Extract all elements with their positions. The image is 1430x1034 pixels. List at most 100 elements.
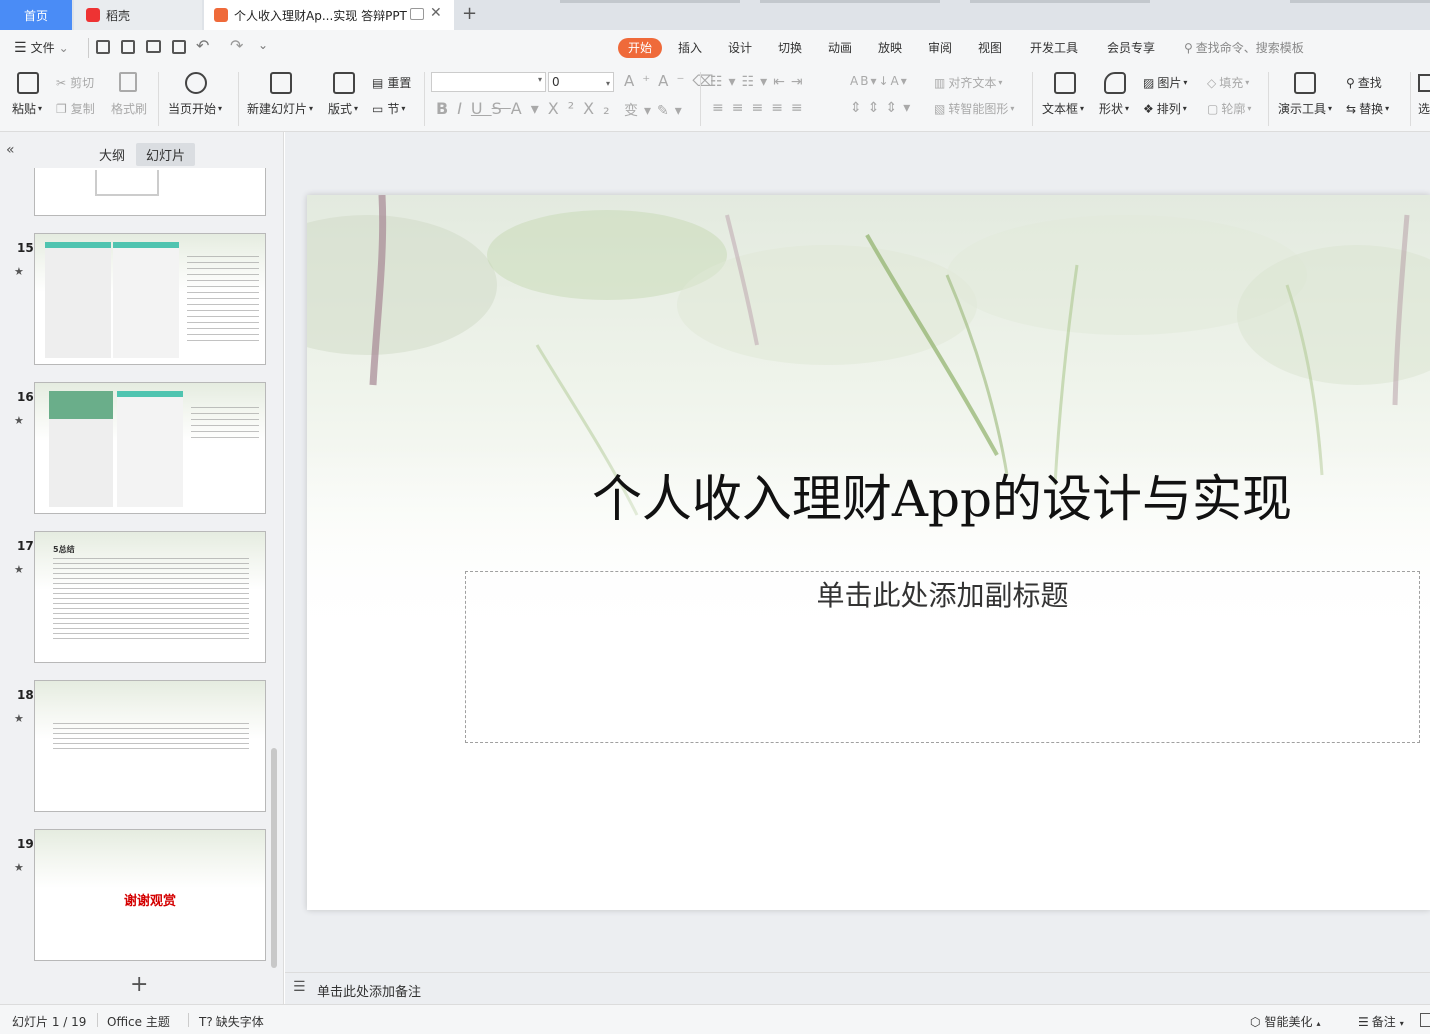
textbox-label: 文本框: [1042, 102, 1079, 116]
spacing-icons[interactable]: ⇕⇕⇕▾: [850, 100, 916, 116]
ribbon-tab-transition[interactable]: 切换: [778, 38, 802, 58]
presentation-tools-button[interactable]: 演示工具 ▾: [1278, 100, 1332, 117]
notes-bar[interactable]: ☰ 单击此处添加备注: [285, 972, 1430, 1004]
shape-label: 形状: [1099, 102, 1124, 116]
file-menu[interactable]: ☰ 文件 ⌄: [14, 38, 69, 58]
notes-placeholder[interactable]: 单击此处添加备注: [317, 981, 421, 1000]
paste-icon[interactable]: [17, 72, 39, 94]
undo-icon[interactable]: ↶: [196, 36, 209, 55]
theme-name[interactable]: Office 主题: [107, 1013, 170, 1030]
arrange-button[interactable]: ❖ 排列 ▾: [1143, 100, 1187, 117]
paste-button[interactable]: 粘贴 ▾: [12, 100, 42, 117]
ribbon-tab-review[interactable]: 审阅: [928, 38, 952, 58]
thumbnail-text-lines: [187, 256, 259, 344]
picture-button[interactable]: ▨ 图片 ▾: [1143, 74, 1187, 91]
font-size-select[interactable]: 0 ▾: [548, 72, 614, 92]
play-from-current-button[interactable]: 当页开始 ▾: [168, 100, 222, 117]
tab-bar: 首页 稻壳 个人收入理财Ap...实现 答辩PPT ✕ +: [0, 0, 1430, 30]
smart-shape-label: 转智能图形: [948, 102, 1009, 116]
notes-toggle-button[interactable]: ☰ 备注 ▾: [1358, 1013, 1404, 1030]
layout-button[interactable]: 版式 ▾: [328, 100, 358, 117]
missing-font-button[interactable]: T? 缺失字体: [199, 1013, 264, 1030]
ppt-file-icon: [214, 8, 228, 22]
font-family-select[interactable]: ▾: [431, 72, 546, 92]
add-slide-button[interactable]: +: [130, 974, 148, 996]
tab-home-label: 首页: [23, 8, 48, 23]
outline-button[interactable]: ▢ 轮廓 ▾: [1207, 100, 1251, 117]
command-search[interactable]: ⚲ 查找命令、搜索模板: [1184, 38, 1304, 58]
text-style-icons[interactable]: B I U S A▾X²X₂: [436, 99, 619, 118]
missing-font-label: 缺失字体: [215, 1015, 264, 1029]
copy-button[interactable]: ❐ 复制: [56, 100, 95, 117]
slide-thumbnail-18[interactable]: [34, 680, 266, 812]
print-icon[interactable]: [146, 40, 161, 53]
find-label: 查找: [1357, 76, 1382, 90]
format-painter-button[interactable]: 格式刷: [111, 100, 147, 117]
smart-beautify-button[interactable]: ⬡ 智能美化 ▴: [1250, 1013, 1321, 1030]
ribbon-tab-insert[interactable]: 插入: [678, 38, 702, 58]
ribbon-tab-developer[interactable]: 开发工具: [1030, 38, 1078, 58]
comment-icon[interactable]: [1420, 1013, 1430, 1027]
collapse-pane-icon[interactable]: «: [6, 142, 15, 158]
section-button[interactable]: ▭ 节 ▾: [372, 100, 405, 117]
smart-shape-button[interactable]: ▧ 转智能图形 ▾: [934, 100, 1014, 117]
ribbon-tab-member[interactable]: 会员专享: [1107, 38, 1155, 58]
beautify-icon: ⬡: [1250, 1015, 1261, 1029]
cut-button[interactable]: ✂ 剪切: [56, 74, 94, 91]
font-size-value: 0: [552, 75, 560, 89]
alignment-icons[interactable]: ≡≡≡≡≡: [712, 100, 811, 116]
export-icon[interactable]: [121, 40, 135, 54]
list-icons[interactable]: ☷▾☷▾⇤⇥: [710, 74, 809, 90]
thumbnail-scrollbar[interactable]: [271, 748, 277, 968]
minimize-tab-icon[interactable]: [410, 8, 424, 20]
new-tab-button[interactable]: +: [462, 3, 477, 24]
notes-icon: ☰: [293, 979, 306, 995]
slides-tab[interactable]: 幻灯片: [136, 143, 196, 166]
thumbnail-title: 谢谢观赏: [123, 894, 176, 909]
ribbon-tab-slideshow[interactable]: 放映: [878, 38, 902, 58]
select-button[interactable]: 选: [1418, 100, 1430, 117]
slide-title[interactable]: 个人收入理财App的设计与实现: [307, 459, 1430, 531]
align-text-button[interactable]: ▥ 对齐文本 ▾: [934, 74, 1002, 91]
subtitle-placeholder-box[interactable]: 单击此处添加副标题: [465, 571, 1420, 743]
close-tab-icon[interactable]: ✕: [430, 5, 442, 21]
print-preview-icon[interactable]: [172, 40, 186, 54]
slide-thumbnail-19[interactable]: 谢谢观赏: [34, 829, 266, 961]
text-direction-icons[interactable]: AB▾↓A▾: [850, 74, 909, 88]
shape-icon: [1104, 72, 1126, 94]
ribbon-tab-animation[interactable]: 动画: [828, 38, 852, 58]
reset-label: 重置: [387, 76, 412, 90]
new-slide-button[interactable]: 新建幻灯片 ▾: [247, 100, 313, 117]
slide-thumbnail-partial[interactable]: [34, 168, 266, 216]
fill-button[interactable]: ◇ 填充 ▾: [1207, 74, 1249, 91]
textbox-button[interactable]: 文本框 ▾: [1042, 100, 1084, 117]
slide-thumbnail-17[interactable]: 5总结: [34, 531, 266, 663]
reset-button[interactable]: ▤ 重置: [372, 74, 411, 91]
thumbnail-heading: 5总结: [53, 545, 75, 554]
tab-daoke[interactable]: 稻壳: [74, 0, 202, 30]
notes-toggle-label: 备注: [1371, 1015, 1396, 1029]
ribbon-tab-home[interactable]: 开始: [618, 38, 663, 58]
text-effect-icons[interactable]: 变▾✎▾: [624, 100, 688, 120]
find-button[interactable]: ⚲ 查找: [1346, 74, 1382, 91]
outline-tab[interactable]: 大纲: [99, 145, 125, 164]
replace-button[interactable]: ⇆ 替换 ▾: [1346, 100, 1389, 117]
slide-canvas[interactable]: 个人收入理财App的设计与实现 单击此处添加副标题: [307, 195, 1430, 910]
save-icon[interactable]: [96, 40, 110, 54]
tab-document[interactable]: 个人收入理财Ap...实现 答辩PPT ✕: [204, 0, 454, 30]
font-size-adjust-icons[interactable]: A⁺A⁻⌫: [624, 72, 722, 90]
divider: [188, 1013, 189, 1027]
redo-icon[interactable]: ↷: [230, 36, 243, 55]
tab-strip-divider: [1290, 0, 1430, 3]
ribbon-tab-design[interactable]: 设计: [728, 38, 752, 58]
slide-thumbnail-15[interactable]: [34, 233, 266, 365]
reset-icon: ▤: [372, 75, 384, 90]
divider: [424, 72, 425, 126]
ribbon-tab-view[interactable]: 视图: [978, 38, 1002, 58]
tab-home[interactable]: 首页: [0, 0, 72, 30]
quick-access-dropdown-icon[interactable]: ⌄: [258, 38, 268, 52]
file-menu-label: 文件: [30, 41, 55, 55]
shape-button[interactable]: 形状 ▾: [1099, 100, 1129, 117]
divider: [158, 72, 159, 126]
slide-thumbnail-16[interactable]: [34, 382, 266, 514]
